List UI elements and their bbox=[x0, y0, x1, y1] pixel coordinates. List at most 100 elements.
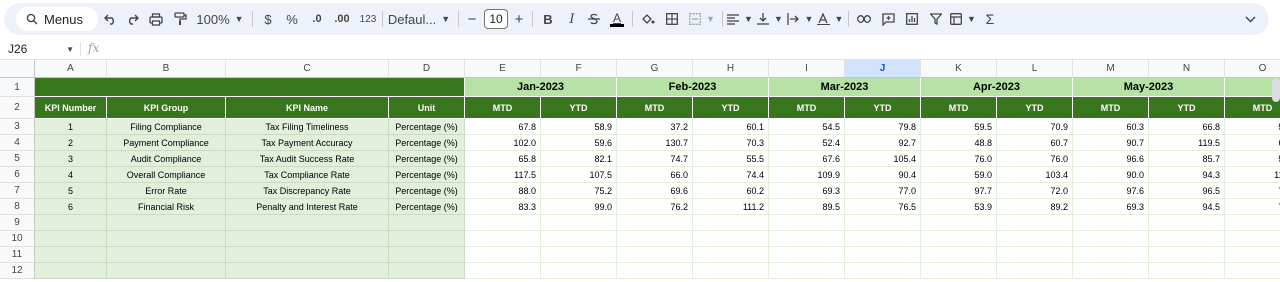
value-cell[interactable]: 103.4 bbox=[997, 167, 1073, 183]
empty-cell[interactable] bbox=[389, 263, 465, 279]
column-header-i[interactable]: I bbox=[769, 60, 845, 78]
vertical-scrollbar[interactable] bbox=[1272, 78, 1280, 102]
column-header-n[interactable]: N bbox=[1149, 60, 1225, 78]
unit-header[interactable]: Unit bbox=[389, 97, 465, 119]
unit-cell[interactable]: Percentage (%) bbox=[389, 199, 465, 215]
value-cell[interactable]: 53.0 bbox=[1225, 119, 1280, 135]
value-cell[interactable]: 107.5 bbox=[541, 167, 617, 183]
empty-cell[interactable] bbox=[1225, 263, 1280, 279]
empty-cell[interactable] bbox=[693, 247, 769, 263]
kpi-name-cell[interactable]: Tax Filing Timeliness bbox=[226, 119, 389, 135]
column-header-g[interactable]: G bbox=[617, 60, 693, 78]
empty-cell[interactable] bbox=[226, 215, 389, 231]
empty-cell[interactable] bbox=[1073, 231, 1149, 247]
value-cell[interactable]: 119.5 bbox=[1149, 135, 1225, 151]
value-cell[interactable]: 83.3 bbox=[465, 199, 541, 215]
value-cell[interactable]: 97.7 bbox=[921, 183, 997, 199]
column-header-b[interactable]: B bbox=[107, 60, 226, 78]
empty-cell[interactable] bbox=[465, 263, 541, 279]
empty-cell[interactable] bbox=[107, 247, 226, 263]
empty-cell[interactable] bbox=[845, 247, 921, 263]
undo-icon[interactable] bbox=[100, 3, 120, 35]
value-cell[interactable]: 117.5 bbox=[465, 167, 541, 183]
text-wrapping-icon[interactable]: ▼ bbox=[786, 3, 814, 35]
value-cell[interactable]: 53.9 bbox=[921, 199, 997, 215]
header-band[interactable] bbox=[35, 78, 465, 97]
value-cell[interactable]: 94.3 bbox=[1149, 167, 1225, 183]
value-cell[interactable]: 75.2 bbox=[541, 183, 617, 199]
empty-cell[interactable] bbox=[1073, 247, 1149, 263]
value-cell[interactable]: 66.0 bbox=[617, 167, 693, 183]
value-cell[interactable]: 85.7 bbox=[1149, 151, 1225, 167]
empty-cell[interactable] bbox=[1225, 231, 1280, 247]
empty-cell[interactable] bbox=[107, 263, 226, 279]
mtd-header[interactable]: MTD bbox=[465, 97, 541, 119]
value-cell[interactable]: 111.2 bbox=[693, 199, 769, 215]
value-cell[interactable]: 69.3 bbox=[1073, 199, 1149, 215]
row-header-5[interactable]: 5 bbox=[0, 151, 35, 167]
empty-cell[interactable] bbox=[107, 215, 226, 231]
empty-cell[interactable] bbox=[389, 247, 465, 263]
value-cell[interactable]: 89.5 bbox=[769, 199, 845, 215]
kpi-number-header[interactable]: KPI Number bbox=[35, 97, 107, 119]
menus-button[interactable]: Menus bbox=[16, 7, 98, 31]
empty-cell[interactable] bbox=[35, 215, 107, 231]
value-cell[interactable]: 59.6 bbox=[541, 135, 617, 151]
value-cell[interactable]: 74.4 bbox=[693, 167, 769, 183]
empty-cell[interactable] bbox=[389, 215, 465, 231]
kpi-number-cell[interactable]: 1 bbox=[35, 119, 107, 135]
kpi-group-cell[interactable]: Filing Compliance bbox=[107, 119, 226, 135]
value-cell[interactable]: 105.4 bbox=[845, 151, 921, 167]
mtd-header[interactable]: MTD bbox=[769, 97, 845, 119]
kpi-number-cell[interactable]: 3 bbox=[35, 151, 107, 167]
empty-cell[interactable] bbox=[769, 263, 845, 279]
kpi-group-cell[interactable]: Error Rate bbox=[107, 183, 226, 199]
empty-cell[interactable] bbox=[1149, 247, 1225, 263]
empty-cell[interactable] bbox=[769, 215, 845, 231]
column-header-o[interactable]: O bbox=[1225, 60, 1280, 78]
value-cell[interactable]: 115.7 bbox=[1225, 167, 1280, 183]
value-cell[interactable]: 65.8 bbox=[465, 151, 541, 167]
column-header-d[interactable]: D bbox=[389, 60, 465, 78]
empty-cell[interactable] bbox=[389, 231, 465, 247]
unit-cell[interactable]: Percentage (%) bbox=[389, 183, 465, 199]
ytd-header[interactable]: YTD bbox=[1149, 97, 1225, 119]
kpi-group-cell[interactable]: Overall Compliance bbox=[107, 167, 226, 183]
row-header-9[interactable]: 9 bbox=[0, 215, 35, 231]
kpi-group-header[interactable]: KPI Group bbox=[107, 97, 226, 119]
column-header-j[interactable]: J bbox=[845, 60, 921, 78]
empty-cell[interactable] bbox=[465, 231, 541, 247]
row-header-1[interactable]: 1 bbox=[0, 78, 35, 97]
empty-cell[interactable] bbox=[107, 231, 226, 247]
value-cell[interactable]: 69.3 bbox=[769, 183, 845, 199]
row-header-11[interactable]: 11 bbox=[0, 247, 35, 263]
value-cell[interactable]: 90.7 bbox=[1073, 135, 1149, 151]
empty-cell[interactable] bbox=[921, 215, 997, 231]
vertical-align-icon[interactable]: ▼ bbox=[756, 3, 784, 35]
value-cell[interactable]: 90.0 bbox=[1073, 167, 1149, 183]
kpi-group-cell[interactable]: Audit Compliance bbox=[107, 151, 226, 167]
empty-cell[interactable] bbox=[541, 263, 617, 279]
italic-button[interactable]: I bbox=[562, 3, 582, 35]
empty-cell[interactable] bbox=[1073, 263, 1149, 279]
empty-cell[interactable] bbox=[693, 231, 769, 247]
value-cell[interactable]: 60.2 bbox=[693, 183, 769, 199]
empty-cell[interactable] bbox=[226, 263, 389, 279]
value-cell[interactable]: 60.3 bbox=[1073, 119, 1149, 135]
value-cell[interactable]: 59.0 bbox=[921, 167, 997, 183]
empty-cell[interactable] bbox=[541, 247, 617, 263]
value-cell[interactable]: 72.0 bbox=[997, 183, 1073, 199]
empty-cell[interactable] bbox=[921, 247, 997, 263]
value-cell[interactable]: 96.6 bbox=[1073, 151, 1149, 167]
paint-format-icon[interactable] bbox=[170, 3, 190, 35]
empty-cell[interactable] bbox=[617, 247, 693, 263]
value-cell[interactable]: 92.7 bbox=[845, 135, 921, 151]
row-header-7[interactable]: 7 bbox=[0, 183, 35, 199]
horizontal-align-icon[interactable]: ▼ bbox=[726, 3, 754, 35]
empty-cell[interactable] bbox=[1225, 247, 1280, 263]
insert-chart-icon[interactable] bbox=[902, 3, 922, 35]
empty-cell[interactable] bbox=[1073, 215, 1149, 231]
unit-cell[interactable]: Percentage (%) bbox=[389, 151, 465, 167]
kpi-number-cell[interactable]: 6 bbox=[35, 199, 107, 215]
value-cell[interactable]: 76.0 bbox=[921, 151, 997, 167]
